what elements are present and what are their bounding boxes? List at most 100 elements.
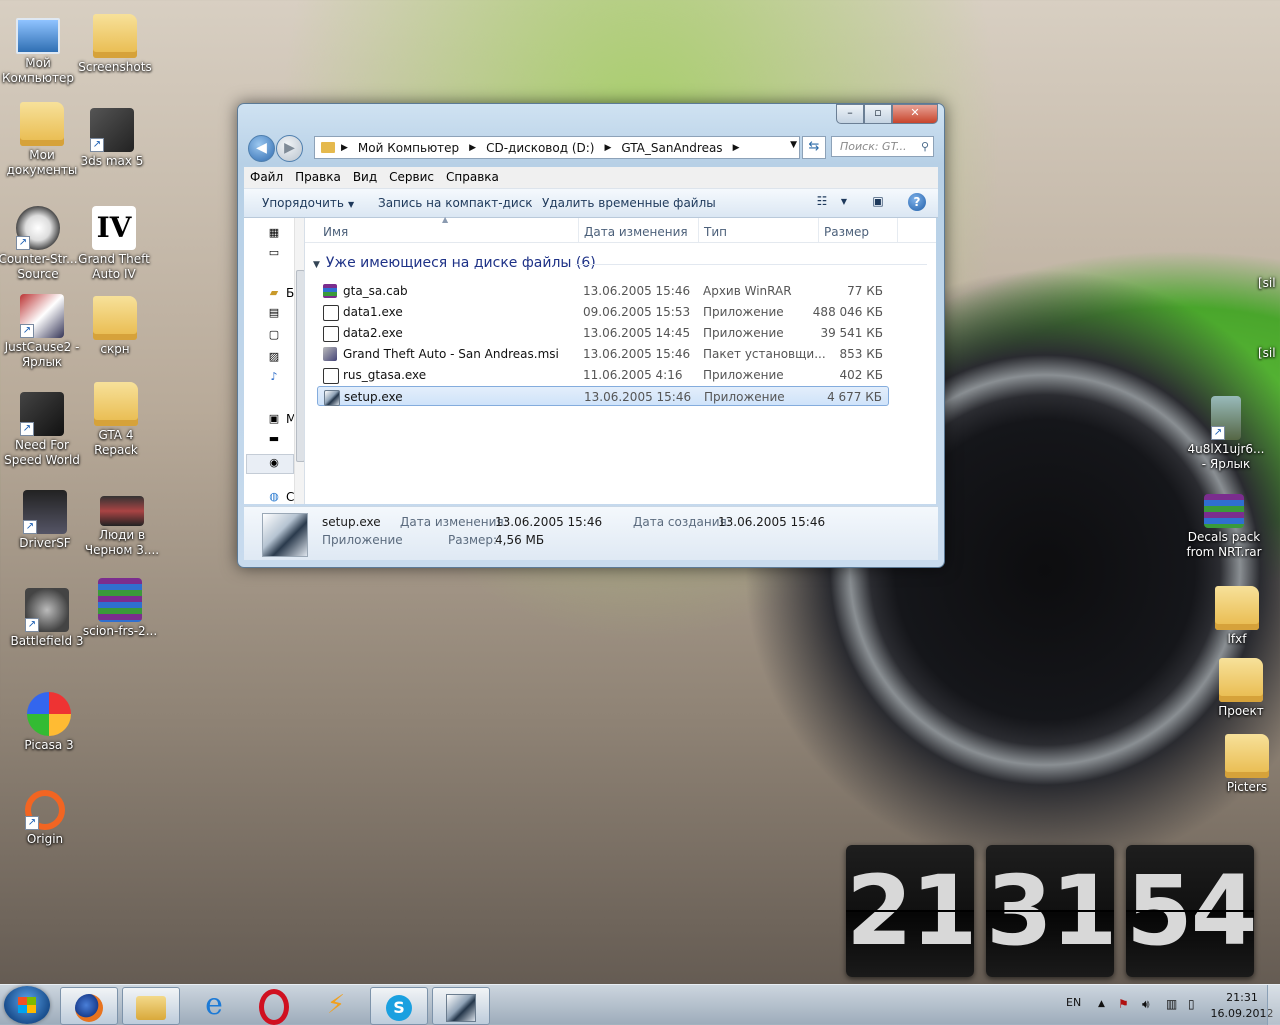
organize-button[interactable]: Упорядочить ▼ [262,196,354,210]
column-size[interactable]: Размер [824,225,869,239]
column-name[interactable]: Имя [323,225,348,239]
desktop-icon-origin[interactable]: ↗ Origin [5,790,85,847]
desktop-icon-skrn[interactable]: скрн [75,296,155,357]
libraries-icon[interactable]: ▰ [266,286,282,300]
start-button[interactable] [4,986,50,1024]
desktop-icon-screenshots[interactable]: Screenshots [75,14,155,75]
pictures-library-icon[interactable]: ▨ [266,350,282,364]
search-input[interactable]: Поиск: GT... ⚲ [831,136,934,157]
show-desktop-button[interactable] [1267,985,1280,1025]
video-library-icon[interactable]: ▤ [266,306,282,320]
breadcrumb-arrow-icon[interactable]: ▶ [733,143,740,153]
menu-edit[interactable]: Правка [289,167,347,184]
desktop-icon-my-documents[interactable]: Мои документы [2,102,82,178]
desktop-icon-men-in-black[interactable]: Люди в Черном 3.... [82,490,162,558]
show-hidden-icons-icon[interactable]: ▲ [1098,999,1105,1009]
desktop-icon-scion-frs[interactable]: scion-frs-2... [80,578,160,639]
address-bar[interactable]: ▶ Мой Компьютер ▶ CD-дисковод (D:) ▶ GTA… [314,136,800,159]
file-list[interactable]: Имя ▲ Дата изменения Тип Размер ▼ Уже име… [305,215,936,504]
menu-help[interactable]: Справка [440,167,505,184]
close-button[interactable]: ✕ [892,104,938,124]
nav-item-icon[interactable]: ▦ [266,226,282,240]
desktop-icon-picters[interactable]: Picters [1207,734,1280,795]
breadcrumb-arrow-icon[interactable]: ▶ [469,143,476,153]
taskbar-skype[interactable]: S [370,987,428,1025]
minimize-button[interactable]: – [836,104,864,124]
view-options-icon[interactable]: ☷ [812,194,832,210]
collapse-arrow-icon[interactable]: ▼ [313,260,320,270]
refresh-button[interactable]: ⇆ [802,136,826,159]
desktop-icon-image-shortcut[interactable]: ↗ 4u8lX1ujr6... - Ярлык [1186,396,1266,472]
power-icon[interactable]: ▯ [1188,997,1195,1011]
file-row[interactable]: gta_sa.cab 13.06.2005 15:46 Архив WinRAR 77… [317,281,889,301]
file-date: 13.06.2005 15:46 [584,390,692,404]
music-library-icon[interactable]: ♪ [266,370,282,384]
tray-date[interactable]: 16.09.2012 [1208,1007,1276,1020]
taskbar-firefox[interactable] [60,987,118,1025]
delete-temp-files-button[interactable]: Удалить временные файлы [542,196,716,210]
tray-time[interactable]: 21:31 [1212,991,1272,1004]
desktop-icon-just-cause[interactable]: ↗ JustCause2 - Ярлык [2,294,82,370]
desktop-icon-proekt[interactable]: Проект [1201,658,1280,719]
desktop-icon-battlefield[interactable]: ↗ Battlefield 3 [7,588,87,649]
desktop-icon-gta-iv[interactable]: IV Grand Theft Auto IV [74,206,154,282]
volume-icon[interactable]: 🔊︎ [1142,997,1150,1012]
desktop-icon-my-computer[interactable]: Мой Компьютер [0,12,78,86]
breadcrumb-gta-sanandreas[interactable]: GTA_SanAndreas [621,141,722,155]
desktop-icon-lfxf[interactable]: lfxf [1197,586,1277,647]
taskbar-winamp[interactable]: ⚡ [308,987,364,1023]
desktop-icon-nfs-world[interactable]: ↗ Need For Speed World [2,392,82,468]
menu-file[interactable]: Файл [244,167,289,184]
breadcrumb-cd-drive[interactable]: CD-дисковод (D:) [486,141,594,155]
maximize-button[interactable]: ▫ [864,104,892,124]
action-center-icon[interactable]: ⚑ [1118,997,1129,1011]
desktop-icon-picasa[interactable]: Picasa 3 [9,692,89,753]
breadcrumb-arrow-icon[interactable]: ▶ [341,143,348,153]
chevron-down-icon[interactable]: ▼ [790,140,797,150]
file-row[interactable]: setup.exe 13.06.2005 15:46 Приложение 4 677… [317,386,889,406]
nav-scrollbar[interactable] [294,218,304,504]
desktop-icon-3ds-max[interactable]: ↗ 3ds max 5 [72,108,152,169]
taskbar-ie[interactable]: e [186,987,242,1023]
file-row[interactable]: Grand Theft Auto - San Andreas.msi 13.06.… [317,344,889,364]
column-type[interactable]: Тип [704,225,727,239]
desktop-icon-partial-2[interactable]: [sil [1258,346,1280,361]
breadcrumb-my-computer[interactable]: Мой Компьютер [358,141,459,155]
column-date[interactable]: Дата изменения [584,225,688,239]
burn-disc-button[interactable]: Запись на компакт-диск [378,196,533,210]
help-icon[interactable]: ? [908,193,926,211]
clock-gadget[interactable]: 21 31 54 [846,845,1258,977]
network-icon[interactable]: ▥ [1166,997,1177,1011]
drive-icon[interactable]: ▬ [266,432,282,446]
cd-drive-icon[interactable]: ◉ [266,456,282,470]
language-indicator[interactable]: EN [1066,996,1081,1009]
navigation-pane[interactable]: ▦ ▭ ▰ Б ▤ ▢ ▨ ♪ ▣ М ▬ ◉ ◍ С [244,218,305,504]
nav-item-icon[interactable]: ▭ [266,246,282,260]
desktop-icon-partial-1[interactable]: [sil [1258,276,1280,291]
file-row[interactable]: data1.exe 09.06.2005 15:53 Приложение 488 0… [317,302,889,322]
desktop-icon-driver-sf[interactable]: ↗ DriverSF [5,490,85,551]
scrollbar-thumb[interactable] [296,270,304,462]
taskbar-opera[interactable] [246,987,302,1025]
taskbar-explorer[interactable] [122,987,180,1025]
file-row[interactable]: rus_gtasa.exe 11.06.2005 4:16 Приложение 40… [317,365,889,385]
desktop-icon-gta4-repack[interactable]: GTA 4 Repack [76,382,156,458]
explorer-window[interactable]: – ▫ ✕ ◀ ▶ ▶ Мой Компьютер ▶ CD-дисковод … [237,103,945,568]
desktop-icon-counter-strike[interactable]: ↗ Counter-Str... Source [0,206,78,282]
menu-view[interactable]: Вид [347,167,383,184]
taskbar-setup[interactable] [432,987,490,1025]
nav-label-libraries[interactable]: Б [286,286,294,300]
desktop-icon-decals-pack[interactable]: Decals pack from NRT.rar [1184,494,1264,560]
file-row[interactable]: data2.exe 13.06.2005 14:45 Приложение 39 54… [317,323,889,343]
group-header[interactable]: ▼ Уже имеющиеся на диске файлы (6) [313,255,596,271]
search-icon[interactable]: ⚲ [921,137,929,157]
preview-pane-icon[interactable]: ▣ [868,194,888,210]
network-icon[interactable]: ◍ [266,490,282,504]
back-button[interactable]: ◀ [248,135,275,162]
forward-button[interactable]: ▶ [276,135,303,162]
breadcrumb-arrow-icon[interactable]: ▶ [604,143,611,153]
chevron-down-icon[interactable]: ▼ [834,194,854,210]
documents-library-icon[interactable]: ▢ [266,328,282,342]
computer-icon[interactable]: ▣ [266,412,282,426]
menu-tools[interactable]: Сервис [383,167,440,184]
